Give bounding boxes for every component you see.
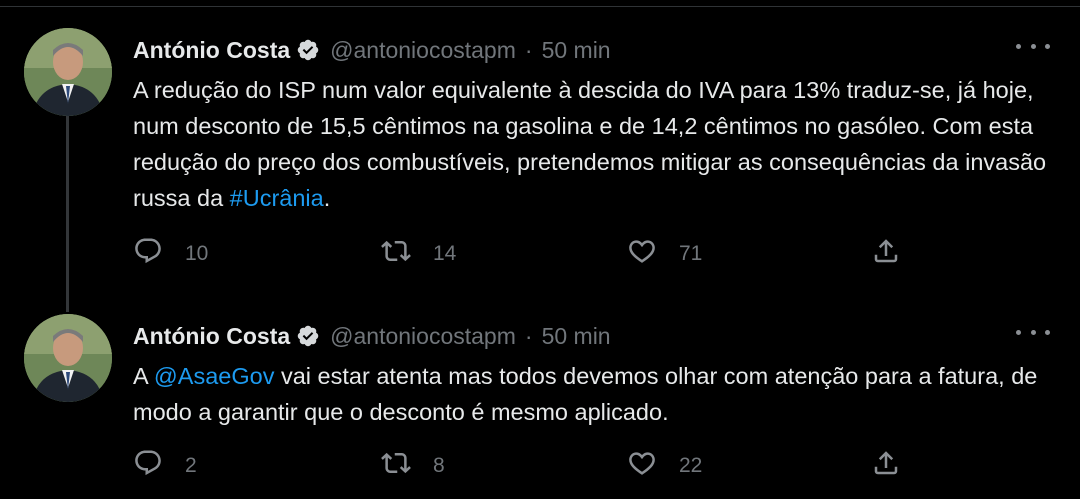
share-icon [871,448,901,484]
reply-button[interactable]: 2 [133,449,197,483]
retweet-button[interactable]: 8 [381,449,445,483]
reply-button[interactable]: 10 [133,237,208,271]
retweet-count: 8 [433,454,445,477]
tweet-text: A @AsaeGov vai estar atenta mas todos de… [133,358,1048,430]
tweet-text: A redução do ISP num valor equivalente à… [133,72,1048,216]
share-button[interactable] [871,237,901,271]
tweet[interactable]: António Costa @antoniocostapm · 50 min A… [0,24,1080,294]
author-handle[interactable]: @antoniocostapm [330,37,516,64]
more-options-icon[interactable] [1016,36,1050,56]
tweet-actions: 10 14 71 [133,237,923,271]
tweet[interactable]: António Costa @antoniocostapm · 50 min A… [0,310,1080,499]
author-handle[interactable]: @antoniocostapm [330,323,516,350]
author-name[interactable]: António Costa [133,37,290,64]
avatar[interactable] [24,28,112,116]
hashtag-link[interactable]: #Ucrânia [230,185,324,211]
like-button[interactable]: 71 [627,237,702,271]
retweet-count: 14 [433,242,457,265]
reply-count: 10 [185,242,209,265]
timestamp[interactable]: 50 min [542,323,611,350]
timestamp[interactable]: 50 min [542,37,611,64]
retweet-icon [381,236,411,272]
reply-icon [133,236,163,272]
retweet-icon [381,448,411,484]
mention-link[interactable]: @AsaeGov [154,363,275,389]
tweet-text-part: A [133,363,154,389]
like-count: 71 [679,242,703,265]
share-button[interactable] [871,449,901,483]
separator-dot: · [524,322,533,349]
more-options-icon[interactable] [1016,322,1050,342]
tweet-actions: 2 8 22 [133,449,923,483]
like-icon [627,236,657,272]
verified-badge-icon [296,38,320,62]
separator-dot: · [524,36,533,63]
retweet-button[interactable]: 14 [381,237,456,271]
like-count: 22 [679,454,703,477]
reply-icon [133,448,163,484]
avatar[interactable] [24,314,112,402]
tweet-header: António Costa @antoniocostapm · 50 min [133,34,611,66]
author-name[interactable]: António Costa [133,323,290,350]
reply-count: 2 [185,454,197,477]
like-button[interactable]: 22 [627,449,702,483]
share-icon [871,236,901,272]
like-icon [627,448,657,484]
top-divider [0,0,1080,7]
tweet-text-part: . [323,185,331,211]
tweet-header: António Costa @antoniocostapm · 50 min [133,320,611,352]
verified-badge-icon [296,324,320,348]
